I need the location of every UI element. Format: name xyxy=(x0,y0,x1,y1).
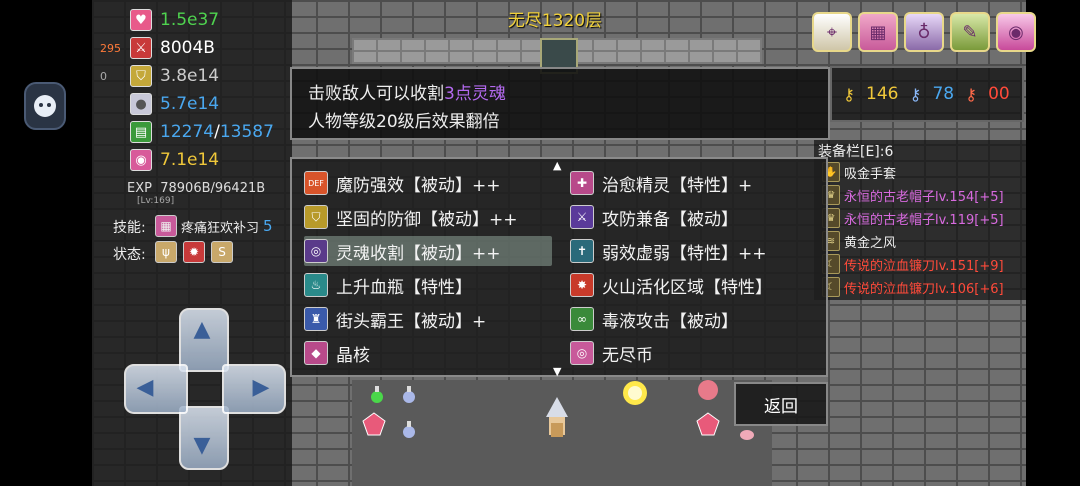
book-value: 12274/13587 xyxy=(160,122,274,142)
perk-item-left-1[interactable]: DEF 魔防强效【被动】++ xyxy=(304,168,552,198)
equipment-item[interactable]: ✋ 吸金手套 xyxy=(822,161,896,183)
assistant-float-button[interactable] xyxy=(24,82,66,130)
overlord-icon: ♜ xyxy=(304,307,328,331)
arrow-left-icon: ◀ xyxy=(136,374,154,400)
stat-mdef: ● 5.7e14 xyxy=(130,92,219,116)
scroll-up-icon[interactable]: ▲ xyxy=(553,159,561,172)
crystal-icon: ◆ xyxy=(304,341,328,365)
exp-readout: EXP 78906B/96421B xyxy=(127,181,266,196)
dpad: ▲ ▼ ◀ ▶ xyxy=(124,308,286,470)
shield-icon: ⛉ xyxy=(130,65,152,87)
perk-item-right-1[interactable]: ✚ 治愈精灵【特性】+ xyxy=(570,168,818,198)
skill-label: 技能: xyxy=(113,220,146,236)
red-gem-icon xyxy=(694,410,722,438)
blue-potion-icon xyxy=(400,418,418,440)
perk-item-left-6[interactable]: ◆ 晶核 xyxy=(304,338,552,368)
sword-icon: ⚔ xyxy=(130,37,152,59)
equipment-item[interactable]: ≋ 黄金之风 xyxy=(822,230,896,252)
volcano-icon: ✸ xyxy=(570,273,594,297)
perk-item-right-2[interactable]: ⚔ 攻防兼备【被动】 xyxy=(570,202,818,232)
red-key-count: 00 xyxy=(988,84,1010,104)
perk-tooltip: 击败敌人可以收割3点灵魂 人物等级20级后效果翻倍 xyxy=(290,67,830,140)
perk-item-right-5[interactable]: ∞ 毒液攻击【被动】 xyxy=(570,304,818,334)
perk-item-left-5[interactable]: ♜ 街头霸王【被动】+ xyxy=(304,304,552,334)
cross-icon: ✝ xyxy=(570,239,594,263)
perk-item-left-4[interactable]: ♨ 上升血瓶【特性】 xyxy=(304,270,552,300)
skill-icon: ▦ xyxy=(155,215,177,237)
red-orb-icon xyxy=(694,376,722,404)
perk-item-right-4[interactable]: ✸ 火山活化区域【特性】 xyxy=(570,270,818,300)
eye-orb-icon[interactable]: ◉ xyxy=(996,12,1036,52)
def-up-icon: DEF xyxy=(304,171,328,195)
stat-atk: ⚔ 8004B xyxy=(130,36,215,60)
status-effects: ψ ✹ S xyxy=(155,241,233,263)
poison-icon: ∞ xyxy=(570,307,594,331)
tooltip-line-2: 人物等级20级后效果翻倍 xyxy=(308,112,500,132)
stat-def: ⛉ 3.8e14 xyxy=(130,64,219,88)
keys-panel: ⚷ 146 ⚷ 78 ⚷ 00 xyxy=(830,66,1024,122)
fury-status-icon[interactable]: ✹ xyxy=(183,241,205,263)
coin-icon: ◎ xyxy=(570,341,594,365)
soul-value: 7.1e14 xyxy=(160,150,220,170)
player-sprite xyxy=(540,396,574,442)
stat-soul: ◉ 7.1e14 xyxy=(130,148,219,172)
glowing-orb-icon xyxy=(620,378,650,408)
floor-title: 无尽1320层 xyxy=(507,11,603,31)
blue-key-count: 78 xyxy=(932,84,955,104)
skill-slot[interactable]: ▦ 疼痛狂欢补习 5 xyxy=(155,215,273,237)
level-label: [Lv:169] xyxy=(137,196,175,206)
top-toolbar: ⌖ ▦ ♁ ✎ ◉ xyxy=(812,12,1036,52)
yellow-key-icon: ⚷ xyxy=(843,84,855,104)
status-label: 状态: xyxy=(113,247,146,263)
equipment-item[interactable]: ♛ 永恒的古老帽子lv.119[+5] xyxy=(822,207,1004,229)
green-potion-icon xyxy=(368,383,386,405)
skill-count: 5 xyxy=(263,217,273,235)
back-button[interactable]: 返回 xyxy=(734,382,828,426)
atk-value: 8004B xyxy=(160,38,215,58)
red-key-icon: ⚷ xyxy=(965,84,977,104)
shop-icon[interactable]: ▦ xyxy=(858,12,898,52)
perk-item-left-2[interactable]: ⛉ 坚固的防御【被动】++ xyxy=(304,202,552,232)
red-potion-icon xyxy=(738,424,756,442)
scroll-down-icon[interactable]: ▼ xyxy=(553,365,561,378)
robot-face-icon xyxy=(34,95,56,117)
heart-icon: ♥ xyxy=(130,9,152,31)
soul-harvest-icon: ◎ xyxy=(304,239,328,263)
atk-bonus: 295 xyxy=(100,42,121,55)
equipment-item[interactable]: ♛ 永恒的古老帽子lv.154[+5] xyxy=(822,184,1004,206)
book-icon: ▤ xyxy=(130,121,152,143)
orb-icon: ● xyxy=(130,93,152,115)
blue-potion-icon xyxy=(400,383,418,405)
sword-shield-icon: ⚔ xyxy=(570,205,594,229)
def-value: 3.8e14 xyxy=(160,66,220,86)
shield-icon: ⛉ xyxy=(304,205,328,229)
tooltip-line-1: 击败敌人可以收割3点灵魂 xyxy=(308,84,506,104)
perk-item-right-6[interactable]: ◎ 无尽币 xyxy=(570,338,818,368)
heal-icon: ✚ xyxy=(570,171,594,195)
equipment-title: 装备栏[E]:6 xyxy=(818,144,894,160)
notebook-icon[interactable]: ✎ xyxy=(950,12,990,52)
stat-book: ▤ 12274/13587 xyxy=(130,120,274,144)
perk-item-left-3[interactable]: ◎ 灵魂收割【被动】++ xyxy=(304,236,552,266)
mdef-value: 5.7e14 xyxy=(160,94,220,114)
potion-icon: ♨ xyxy=(304,273,328,297)
skill-name: 疼痛狂欢补习 xyxy=(181,220,260,236)
target-icon[interactable]: ⌖ xyxy=(812,12,852,52)
arrow-up-icon: ▲ xyxy=(193,316,211,342)
equipment-item[interactable]: ☾ 传说的泣血镰刀lv.106[+6] xyxy=(822,276,1004,298)
yellow-key-count: 146 xyxy=(866,84,899,104)
soul-icon: ◉ xyxy=(130,149,152,171)
def-bonus: 0 xyxy=(100,70,107,83)
beast-status-icon[interactable]: ψ xyxy=(155,241,177,263)
blue-key-icon: ⚷ xyxy=(909,84,922,104)
red-gem-icon xyxy=(360,410,388,438)
planet-icon[interactable]: ♁ xyxy=(904,12,944,52)
arrow-right-icon: ▶ xyxy=(252,374,270,400)
equipment-item[interactable]: ☾ 传说的泣血镰刀lv.151[+9] xyxy=(822,253,1004,275)
perk-item-right-3[interactable]: ✝ 弱效虚弱【特性】++ xyxy=(570,236,818,266)
serpent-status-icon[interactable]: S xyxy=(211,241,233,263)
stat-hp: ♥ 1.5e37 xyxy=(130,8,219,32)
hp-value: 1.5e37 xyxy=(160,10,220,30)
arrow-down-icon: ▼ xyxy=(193,432,211,458)
